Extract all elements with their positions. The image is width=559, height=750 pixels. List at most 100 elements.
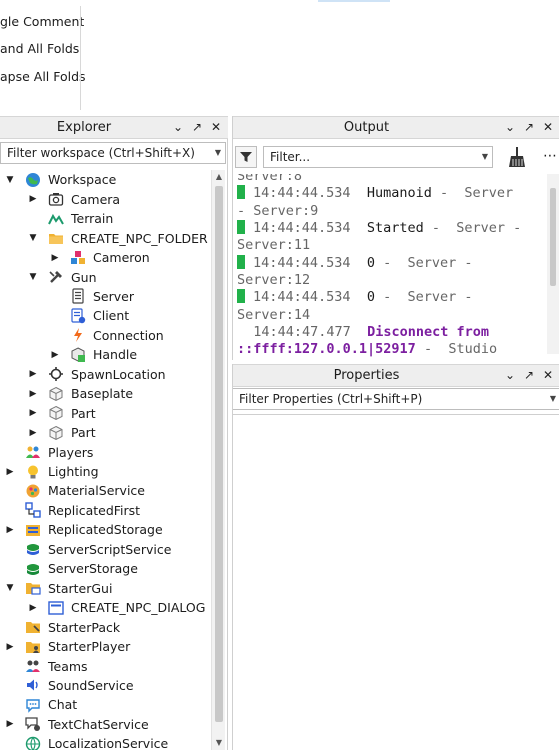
tree-item[interactable]: ▶ SpawnLocation — [0, 365, 210, 385]
tree-item-label: StarterPlayer — [48, 639, 131, 655]
players-icon — [25, 444, 41, 460]
chevron-right-icon[interactable]: ▶ — [28, 408, 38, 418]
tree-item[interactable]: ▶ Lighting — [0, 462, 210, 482]
log-line[interactable]: 14:44:44.534 0 - Server - — [237, 254, 473, 272]
tree-item[interactable]: ▶ Cameron — [0, 248, 210, 268]
tree-item-label: Client — [93, 308, 130, 324]
undock-icon[interactable]: ↗ — [189, 119, 205, 135]
tree-item-label: ReplicatedFirst — [48, 502, 141, 518]
log-line[interactable]: 14:44:44.534 0 - Server - — [237, 289, 473, 306]
chevron-right-icon[interactable]: ▶ — [5, 467, 15, 477]
log-line[interactable]: 14:44:44.534 Started - Server - — [237, 220, 521, 237]
scrollbar-thumb[interactable] — [550, 188, 556, 286]
tree-item[interactable]: ▼ Gun — [0, 267, 210, 287]
toggle-comment-button[interactable]: gle Comment — [0, 12, 84, 32]
tree-item[interactable]: Connection — [0, 326, 210, 346]
chevron-down-icon[interactable]: ⌄ — [502, 119, 518, 135]
tree-item[interactable]: ▼ Workspace — [0, 170, 210, 190]
tree-item[interactable]: ▶ CREATE_NPC_DIALOG — [0, 598, 210, 618]
tree-item[interactable]: ReplicatedFirst — [0, 501, 210, 521]
tree-item[interactable]: ▶ StarterPlayer — [0, 637, 210, 657]
scrollbar-thumb[interactable] — [215, 186, 223, 722]
chevron-down-icon[interactable]: ▼ — [5, 583, 15, 593]
chevron-right-icon[interactable]: ▶ — [28, 603, 38, 613]
tree-item[interactable]: ▶ Baseplate — [0, 384, 210, 404]
explorer-scrollbar[interactable]: ▲ ▼ — [211, 170, 225, 750]
part-icon — [48, 386, 64, 402]
filter-dropdown-icon[interactable]: ▼ — [550, 389, 556, 409]
close-icon[interactable]: ✕ — [540, 119, 556, 135]
output-scrollbar[interactable] — [547, 174, 559, 354]
chevron-right-icon[interactable]: ▶ — [28, 428, 38, 438]
log-line[interactable]: 14:44:47.477 Disconnect from — [237, 324, 489, 341]
tree-item[interactable]: Teams — [0, 656, 210, 676]
more-options-icon[interactable]: ⋯ — [543, 148, 557, 164]
chevron-down-icon[interactable]: ⌄ — [170, 119, 186, 135]
log-source: - Studio — [415, 341, 498, 358]
log-line[interactable]: 14:44:44.534 Humanoid - Server — [237, 185, 513, 202]
chevron-right-icon[interactable]: ▶ — [50, 350, 60, 360]
tree-item[interactable]: Players — [0, 442, 210, 462]
chevron-down-icon[interactable]: ⌄ — [502, 367, 518, 383]
tree-item[interactable]: ServerStorage — [0, 559, 210, 579]
chevron-right-icon[interactable]: ▶ — [5, 719, 15, 729]
tree-item[interactable]: LocalizationService — [0, 734, 210, 750]
tree-item-label: Lighting — [48, 464, 99, 479]
close-icon[interactable]: ✕ — [540, 367, 556, 383]
tree-item[interactable]: Server — [0, 287, 210, 307]
tree-item[interactable]: ▶ TextChatService — [0, 715, 210, 735]
log-timestamp: 14:44:44.534 — [253, 289, 351, 306]
log-line[interactable]: Server:14 — [237, 307, 310, 324]
tree-item[interactable]: Chat — [0, 695, 210, 715]
tree-item[interactable]: ▶ Part — [0, 403, 210, 423]
tree-item[interactable]: ▼ StarterGui — [0, 578, 210, 598]
undock-icon[interactable]: ↗ — [521, 367, 537, 383]
tree-item[interactable]: ▶ Handle — [0, 345, 210, 365]
explorer-filter-input[interactable]: Filter workspace (Ctrl+Shift+X) ▼ — [0, 142, 226, 164]
output-filter-input[interactable]: Filter... ▼ — [263, 146, 493, 168]
filter-funnel-button[interactable] — [235, 146, 257, 168]
tree-item-label: Chat — [48, 697, 78, 713]
scroll-up-icon[interactable]: ▲ — [212, 170, 226, 184]
tree-item-label: ServerStorage — [48, 561, 138, 577]
chevron-right-icon[interactable]: ▶ — [28, 389, 38, 399]
tree-item-label: Server — [93, 288, 134, 304]
tree-item[interactable]: ▶ Part — [0, 423, 210, 443]
tree-item[interactable]: Client — [0, 306, 210, 326]
tree-item[interactable]: ServerScriptService — [0, 540, 210, 560]
chevron-down-icon[interactable]: ▼ — [28, 272, 38, 282]
chevron-right-icon[interactable]: ▶ — [50, 253, 60, 263]
chevron-down-icon[interactable]: ▼ — [5, 175, 15, 185]
expand-all-folds-button[interactable]: and All Folds — [0, 39, 79, 59]
explorer-tree[interactable]: ▼ Workspace ▶ Camera Terrain ▼ CREATE_NPC_FOLD… — [0, 170, 210, 750]
tree-item[interactable]: Terrain — [0, 209, 210, 229]
broom-icon[interactable] — [507, 146, 527, 168]
log-line[interactable]: ::ffff:127.0.0.1|52917 - Studio — [237, 341, 497, 358]
close-icon[interactable]: ✕ — [208, 119, 224, 135]
tree-item[interactable]: StarterPack — [0, 617, 210, 637]
chevron-right-icon[interactable]: ▶ — [5, 525, 15, 535]
tree-item[interactable]: ▶ Camera — [0, 189, 210, 209]
tree-item[interactable]: SoundService — [0, 676, 210, 696]
tree-item[interactable]: MaterialService — [0, 481, 210, 501]
filter-dropdown-icon[interactable]: ▼ — [482, 147, 488, 167]
undock-icon[interactable]: ↗ — [521, 119, 537, 135]
log-line[interactable]: - Server:9 — [237, 203, 318, 220]
log-line[interactable]: Server:11 — [237, 237, 310, 254]
tree-item[interactable]: ▼ CREATE_NPC_FOLDER — [0, 228, 210, 248]
tree-item-label: StarterGui — [48, 580, 113, 596]
chevron-down-icon[interactable]: ▼ — [28, 233, 38, 243]
filter-dropdown-icon[interactable]: ▼ — [215, 143, 221, 163]
chevron-right-icon[interactable]: ▶ — [28, 369, 38, 379]
chevron-right-icon[interactable]: ▶ — [5, 642, 15, 652]
collapse-all-folds-button[interactable]: apse All Folds — [0, 67, 86, 87]
tree-item[interactable]: ▶ ReplicatedStorage — [0, 520, 210, 540]
properties-filter-input[interactable]: Filter Properties (Ctrl+Shift+P) ▼ — [233, 388, 559, 410]
log-line[interactable]: Server:8 — [237, 174, 302, 185]
log-line[interactable]: Server:12 — [237, 272, 310, 289]
scroll-down-icon[interactable]: ▼ — [212, 736, 226, 750]
ribbon-separator — [80, 6, 81, 110]
chevron-right-icon[interactable]: ▶ — [28, 194, 38, 204]
server-script-service-icon — [25, 541, 41, 557]
output-log[interactable]: Server:8 14:44:44.534 Humanoid - Server - … — [233, 174, 547, 360]
